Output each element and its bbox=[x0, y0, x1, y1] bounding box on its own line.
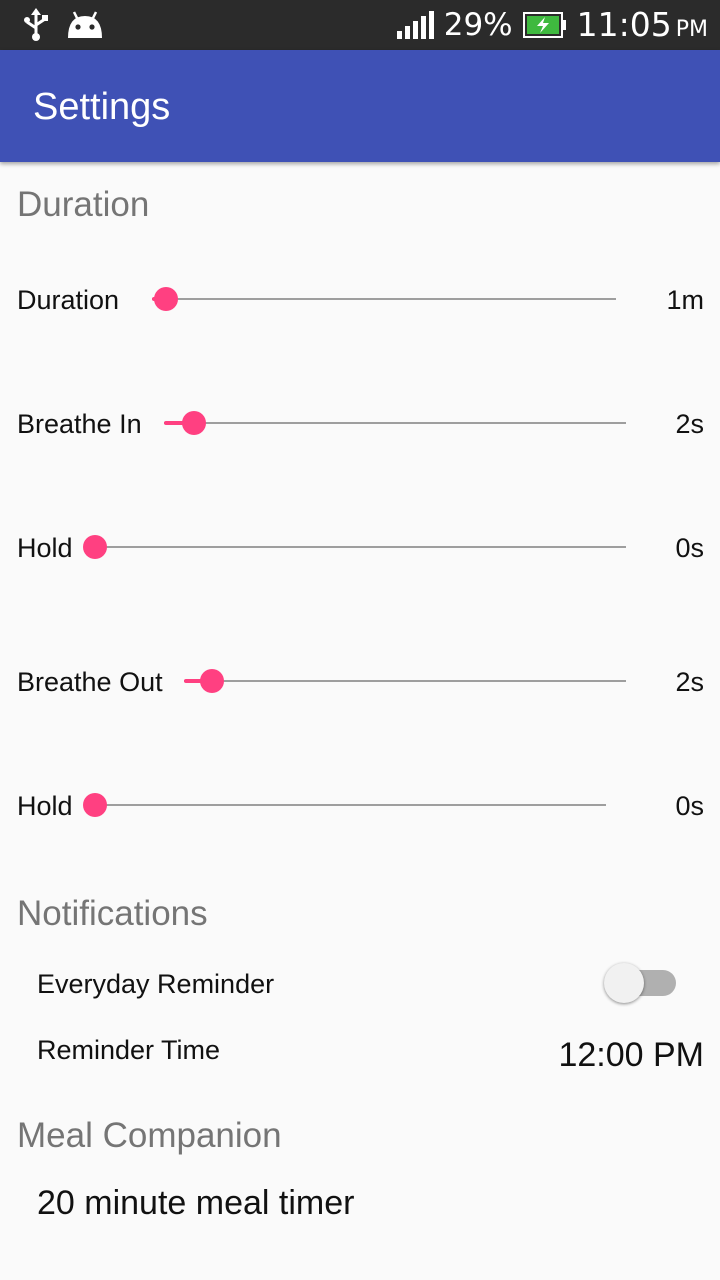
slider-label-breathe-out: Breathe Out bbox=[17, 667, 163, 697]
everyday-reminder-switch-thumb[interactable] bbox=[604, 963, 644, 1003]
breathe-in-slider-track[interactable] bbox=[164, 422, 626, 424]
hold-in-slider-thumb[interactable] bbox=[83, 535, 107, 559]
hold-out-slider-thumb[interactable] bbox=[83, 793, 107, 817]
meal-companion-section-header: Meal Companion bbox=[17, 1116, 282, 1155]
battery-charging-icon bbox=[522, 11, 566, 38]
meal-timer-item[interactable]: 20 minute meal timer bbox=[37, 1184, 354, 1223]
slider-label-hold-out: Hold bbox=[17, 791, 73, 821]
duration-section-header: Duration bbox=[17, 185, 150, 224]
slider-value-duration: 1m bbox=[666, 285, 704, 315]
reminder-time-value[interactable]: 12:00 PM bbox=[558, 1036, 704, 1075]
clock: 11:05 PM bbox=[576, 5, 708, 44]
reminder-time-label: Reminder Time bbox=[37, 1035, 221, 1065]
duration-slider-track[interactable] bbox=[152, 298, 616, 300]
status-bar: 29% 11:05 PM bbox=[0, 0, 720, 50]
signal-icon bbox=[396, 10, 434, 39]
slider-label-hold: Hold bbox=[17, 533, 73, 563]
hold-out-slider-track[interactable] bbox=[84, 804, 606, 806]
breathe-out-slider-track[interactable] bbox=[184, 680, 626, 682]
slider-label-duration: Duration bbox=[17, 285, 120, 315]
app-bar: Settings bbox=[0, 50, 720, 162]
notifications-section-header: Notifications bbox=[17, 894, 208, 933]
slider-value-hold-out: 0s bbox=[675, 791, 704, 821]
duration-slider-thumb[interactable] bbox=[154, 287, 178, 311]
slider-label-breathe-in: Breathe In bbox=[17, 409, 142, 439]
breathe-in-slider-thumb[interactable] bbox=[182, 411, 206, 435]
slider-value-hold: 0s bbox=[675, 533, 704, 563]
slider-value-breathe-out: 2s bbox=[675, 667, 704, 697]
slider-value-breathe-in: 2s bbox=[675, 409, 704, 439]
everyday-reminder-label: Everyday Reminder bbox=[37, 969, 275, 999]
battery-percent: 29% bbox=[443, 6, 513, 43]
page-title: Settings bbox=[33, 86, 171, 128]
breathe-out-slider-thumb[interactable] bbox=[200, 669, 224, 693]
usb-icon bbox=[24, 8, 48, 41]
android-icon bbox=[68, 11, 102, 38]
hold-in-slider-track[interactable] bbox=[84, 546, 626, 548]
